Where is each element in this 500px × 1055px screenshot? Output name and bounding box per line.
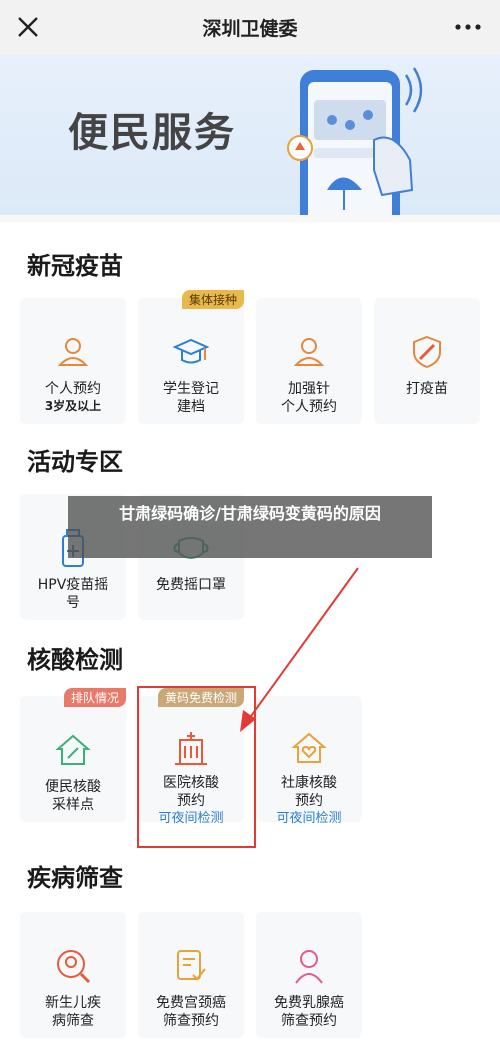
red-arrow-icon [240,567,359,732]
title-bar: 深圳卫健委 [0,0,500,55]
section-title-activity: 活动专区 [27,448,123,476]
tile-label: 免费乳腺癌 筛查预约 [274,995,344,1029]
more-icon[interactable] [454,18,482,36]
tile-breast-screening[interactable]: 免费乳腺癌 筛查预约 [256,912,362,1038]
tile-get-vaccine[interactable]: 打疫苗 [374,298,480,424]
phone-illustration-icon [287,67,423,215]
baby-search-icon [57,950,91,984]
banner-title: 便民服务 [68,110,236,156]
tile-label: 免费摇口罩 [156,577,226,593]
section-title-vaccine: 新冠疫苗 [27,252,123,280]
tile-personal-booking[interactable]: 个人预约 3岁及以上 [20,298,126,424]
tile-newborn-screening[interactable]: 新生儿疾 病筛查 [20,912,126,1038]
badge-queue-status: 排队情况 [63,688,126,707]
person-icon [293,338,325,366]
banner[interactable]: 便民服务 [0,55,500,215]
watermark-caption: 甘肃绿码确诊/甘肃绿码变黄码的原因 [68,496,432,558]
close-icon[interactable] [14,13,42,41]
person-icon [57,338,89,366]
tile-label: 个人预约 [45,381,101,397]
tile-label: HPV疫苗摇 号 [37,577,109,611]
tile-cervical-screening[interactable]: 免费宫颈癌 筛查预约 [138,912,244,1038]
tile-label: 学生登记 建档 [163,381,219,415]
graduation-cap-icon [172,338,210,364]
tile-label: 便民核酸 采样点 [45,779,101,813]
tile-label: 加强针 个人预约 [281,381,337,415]
tile-label: 免费宫颈癌 筛查预约 [156,995,226,1029]
section-title-screening: 疾病筛查 [27,864,123,892]
tile-label: 打疫苗 [406,381,448,397]
tile-nucleic-sampling-point[interactable]: 排队情况 便民核酸 采样点 [20,688,126,822]
tile-label: 社康核酸 预约 [281,775,337,809]
badge-group-vaccination: 集体接种 [181,290,244,309]
woman-icon [295,950,323,984]
tile-booster-booking[interactable]: 加强针 个人预约 [256,298,362,424]
section-title-nucleic: 核酸检测 [27,646,123,674]
tile-sublabel: 3岁及以上 [44,399,102,413]
window-title: 深圳卫健委 [202,18,298,40]
house-heart-icon [291,732,327,763]
syringe-shield-icon [413,335,441,369]
document-check-icon [177,950,206,981]
home-edit-icon [55,734,91,765]
tile-label: 新生儿疾 病筛查 [45,995,101,1029]
tile-student-register[interactable]: 集体接种 学生登记 建档 [138,290,244,424]
tile-night-testing: 可夜间检测 [276,811,342,826]
